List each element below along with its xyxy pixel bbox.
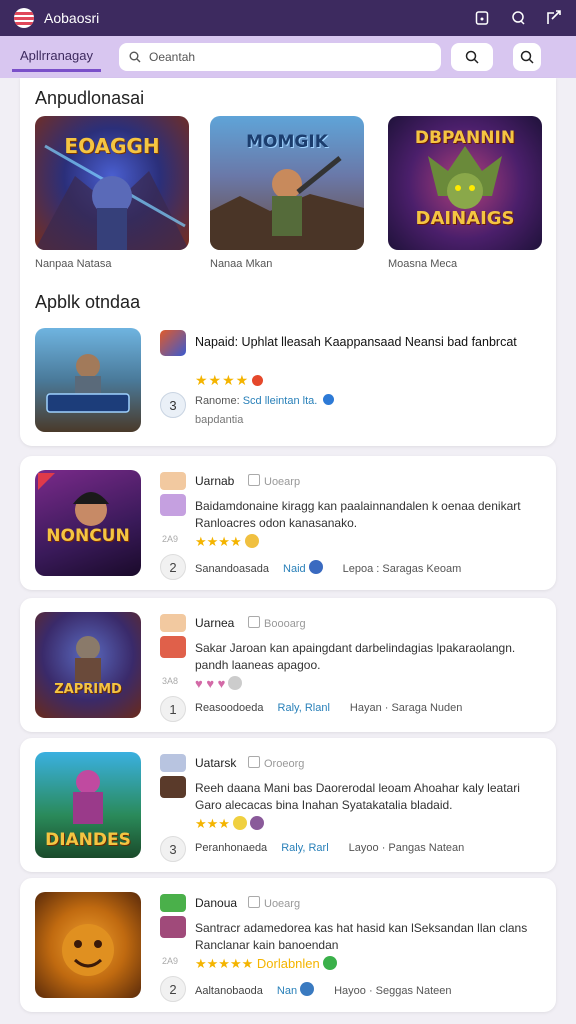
featured-section: Anpudlonasai EOAGGH Nanpaa Natasa MOMGIK… [20, 78, 556, 446]
app-topbar: Aobaosri [0, 0, 576, 36]
app-icon [160, 636, 186, 658]
rating-stars: ★★★ [195, 816, 264, 832]
game-thumbnail: ZAPRIMD [35, 612, 141, 718]
app-meta: Sanandoasada Naid Lepoa : Saragas Keoam [195, 560, 461, 575]
notification-icon[interactable] [474, 10, 490, 26]
app-logo-icon [14, 8, 34, 28]
search-icon [129, 51, 141, 63]
rank-badge: 1 [160, 696, 186, 722]
app-meta: Aaltanobaoda Nan Hayoo · Seggas Nateen [195, 982, 452, 997]
app-icon [160, 776, 186, 798]
rating-hearts: ♥ ♥ ♥ [195, 676, 243, 691]
app-icon [160, 494, 186, 516]
rating-stars: ★★★★ [195, 372, 264, 389]
app-title: Aobaosri [44, 10, 100, 26]
rating-stars: ★★★★ [195, 534, 259, 550]
featured-game-3[interactable]: DBPANNIN DAINAIGS Moasna Meca [388, 116, 542, 270]
rank-badge: 3 [160, 836, 186, 862]
category-icon [160, 754, 186, 772]
category-icon [160, 894, 186, 912]
category-icon [160, 614, 186, 632]
sub-navigation-bar: Apllrranagay Oeantah [0, 36, 576, 78]
app-meta: Peranhonaeda Raly, Rarl Layoo · Pangas Nat… [195, 842, 465, 854]
app-description: Reeh daana Mani bas Daorerodal leoam Aho… [195, 781, 520, 812]
search-input[interactable]: Oeantah [119, 43, 441, 71]
rank-badge: 2 [160, 554, 186, 580]
game-caption: Nanaa Mkan [210, 258, 273, 270]
app-meta: Ranome: Scd lleintan lta. [195, 394, 335, 407]
featured-game-1[interactable]: EOAGGH Nanpaa Natasa [35, 116, 189, 270]
game-thumbnail [35, 328, 141, 432]
featured-heading: Anpudlonasai [35, 88, 145, 108]
share-icon[interactable] [546, 10, 562, 26]
rating-stars: ★★★★★ Dorlabnlen [195, 956, 337, 972]
app-title: Napaid: Uphlat lleasah Kaappansaad Neans… [195, 335, 517, 349]
profile-icon[interactable] [510, 10, 526, 26]
rank-badge: 2 [160, 976, 186, 1002]
app-description: Sakar Jaroan kan apaingdant darbelindagi… [195, 641, 516, 672]
app-icon [160, 916, 186, 938]
tab-applications[interactable]: Apllrranagay [12, 42, 101, 72]
list-item[interactable]: NONCUN Uarnab Uoearp Baidamdonaine kirag… [20, 456, 556, 590]
app-name: Uarnab [195, 474, 235, 488]
list-item[interactable]: ZAPRIMD Uarnea Boooarg Sakar Jaroan kan … [20, 598, 556, 732]
app-name: Uatarsk [195, 756, 237, 770]
game-thumbnail: DIANDES [35, 752, 141, 858]
app-name: Danoua [195, 896, 238, 910]
game-thumbnail: MOMGIK [210, 116, 364, 250]
side-label: 3A8 [162, 676, 179, 686]
app-tag: Boooarg [248, 616, 306, 630]
game-caption: Moasna Meca [388, 258, 458, 270]
side-label: 2A9 [162, 534, 179, 544]
category-icon [160, 472, 186, 490]
app-description: Baidamdonaine kiragg kan paalainnandalen… [195, 499, 521, 530]
app-tag: Uoearp [248, 474, 300, 488]
list-heading: Apblk otndaa [35, 292, 141, 312]
app-description: Santracr adamedorea kas hat hasid kan lS… [195, 921, 528, 952]
search-button[interactable] [451, 43, 493, 71]
featured-game-2[interactable]: MOMGIK Nanaa Mkan [210, 116, 364, 270]
app-name: Uarnea [195, 616, 235, 630]
game-thumbnail: DBPANNIN DAINAIGS [388, 116, 542, 250]
list-item[interactable]: Napaid: Uphlat lleasah Kaappansaad Neans… [35, 328, 541, 434]
app-tag: Oroeorg [248, 756, 304, 770]
app-subtitle: bapdantia [195, 414, 244, 426]
app-icon [160, 330, 186, 356]
list-item[interactable]: DIANDES Uatarsk Oroeorg Reeh daana Mani … [20, 738, 556, 872]
side-label: 2A9 [162, 956, 179, 966]
game-thumbnail: NONCUN [35, 470, 141, 576]
game-caption: Nanpaa Natasa [35, 258, 112, 270]
app-meta: Reasoodoeda Raly, Rlanl Hayan · Saraga Nud… [195, 702, 463, 714]
game-thumbnail [35, 892, 141, 998]
filter-search-button[interactable] [513, 43, 541, 71]
game-thumbnail: EOAGGH [35, 116, 189, 250]
search-placeholder: Oeantah [149, 50, 196, 64]
app-tag: Uoearg [248, 896, 300, 910]
search-icon [465, 50, 479, 64]
rank-badge: 3 [160, 392, 186, 418]
list-item[interactable]: Danoua Uoearg Santracr adamedorea kas ha… [20, 878, 556, 1012]
search-icon [520, 50, 534, 64]
